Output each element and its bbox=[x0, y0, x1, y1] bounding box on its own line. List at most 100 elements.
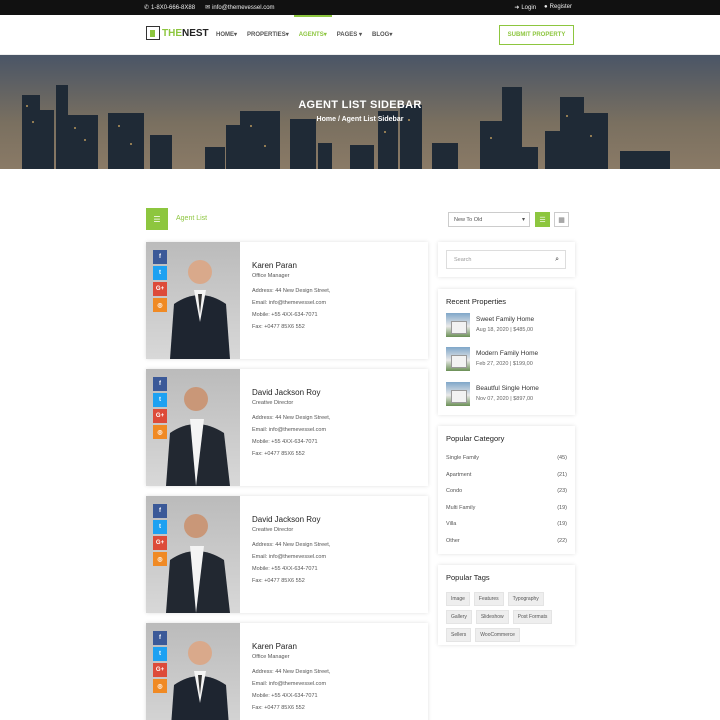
tag-sellers[interactable]: Sellers bbox=[446, 628, 472, 642]
agent-fax: Fax: +0477 85X6 552 bbox=[252, 705, 305, 711]
category-item[interactable]: Other (22) bbox=[446, 538, 567, 544]
tag-typography[interactable]: Typography bbox=[507, 592, 544, 606]
agent-photo[interactable]: f t G+ ◎ bbox=[146, 369, 240, 486]
dribbble-icon[interactable]: ◎ bbox=[153, 298, 167, 312]
property-thumbnail[interactable] bbox=[446, 347, 470, 371]
property-name[interactable]: Sweet Family Home bbox=[476, 316, 534, 323]
tag-slideshow[interactable]: Slideshow bbox=[475, 610, 509, 624]
chevron-down-icon: ▾ bbox=[285, 32, 289, 38]
property-meta: Aug 18, 2020 | $485,00 bbox=[476, 327, 534, 333]
agent-mobile: Mobile: +55 4XX-634-7071 bbox=[252, 693, 318, 699]
agent-name[interactable]: Karen Paran bbox=[252, 642, 330, 651]
property-name[interactable]: Modern Family Home bbox=[476, 350, 538, 357]
property-meta: Nov 07, 2020 | $897,00 bbox=[476, 396, 534, 402]
tag-features[interactable]: Features bbox=[473, 592, 504, 606]
agent-name[interactable]: David Jackson Roy bbox=[252, 515, 330, 524]
submit-property-button[interactable]: SUBMIT PROPERTY bbox=[499, 25, 574, 45]
popular-category-widget: Popular Category Single Family (45) Apart… bbox=[438, 426, 575, 554]
category-item[interactable]: Condo (23) bbox=[446, 488, 567, 494]
nav-pages[interactable]: PAGES ▾ bbox=[337, 31, 362, 38]
category-item[interactable]: Multi Family (19) bbox=[446, 505, 567, 511]
agent-photo[interactable]: f t G+ ◎ bbox=[146, 496, 240, 613]
building-icon bbox=[146, 26, 160, 40]
dribbble-icon[interactable]: ◎ bbox=[153, 552, 167, 566]
register-link[interactable]: ● Register bbox=[544, 4, 572, 11]
agent-fax: Fax: +0477 85X6 552 bbox=[252, 451, 305, 457]
twitter-icon[interactable]: t bbox=[153, 266, 167, 280]
google-plus-icon[interactable]: G+ bbox=[153, 536, 167, 550]
agent-mobile: Mobile: +55 4XX-634-7071 bbox=[252, 439, 318, 445]
widget-title: Popular Category bbox=[446, 434, 505, 443]
recent-property-item[interactable]: Sweet Family Home Aug 18, 2020 | $485,00 bbox=[446, 313, 571, 337]
facebook-icon[interactable]: f bbox=[153, 504, 167, 518]
grid-view-icon: ▦ bbox=[558, 216, 565, 224]
search-widget: Search ⌕ bbox=[438, 242, 575, 277]
email-contact[interactable]: ✉ info@themevessel.com bbox=[205, 4, 274, 11]
list-view-icon: ☰ bbox=[539, 216, 546, 224]
category-item[interactable]: Villa (19) bbox=[446, 521, 567, 527]
google-plus-icon[interactable]: G+ bbox=[153, 409, 167, 423]
agent-info: David Jackson Roy Creative Director Addr… bbox=[252, 515, 330, 590]
google-plus-icon[interactable]: G+ bbox=[153, 663, 167, 677]
category-item[interactable]: Apartment (21) bbox=[446, 472, 567, 478]
property-thumbnail[interactable] bbox=[446, 313, 470, 337]
nav-home[interactable]: HOME▾ bbox=[216, 31, 237, 38]
agent-photo[interactable]: f t G+ ◎ bbox=[146, 623, 240, 720]
agent-fax: Fax: +0477 85X6 552 bbox=[252, 324, 305, 330]
social-links: f t G+ ◎ bbox=[153, 631, 167, 693]
grid-view-button[interactable]: ▦ bbox=[554, 212, 569, 227]
agent-email: Email: info@themevessel.com bbox=[252, 300, 327, 306]
twitter-icon[interactable]: t bbox=[153, 520, 167, 534]
tag-woocommerce[interactable]: WooCommerce bbox=[475, 628, 520, 642]
nav-agents[interactable]: AGENTS▾ bbox=[293, 15, 332, 38]
user-icon: ● bbox=[544, 4, 548, 10]
agent-address: Address: 44 New Design Street, bbox=[252, 542, 331, 548]
twitter-icon[interactable]: t bbox=[153, 647, 167, 661]
breadcrumb-separator: / bbox=[337, 116, 340, 123]
breadcrumb-home[interactable]: Home bbox=[317, 116, 336, 123]
category-item[interactable]: Single Family (45) bbox=[446, 455, 567, 461]
tag-gallery[interactable]: Gallery bbox=[446, 610, 472, 624]
property-thumbnail[interactable] bbox=[446, 382, 470, 406]
sort-dropdown[interactable]: New To Old bbox=[448, 212, 530, 227]
recent-property-item[interactable]: Modern Family Home Feb 27, 2020 | $199,0… bbox=[446, 347, 571, 371]
tag-image[interactable]: Image bbox=[446, 592, 470, 606]
top-bar: ✆ 1-8X0-666-8X88 ✉ info@themevessel.com ➜ L… bbox=[0, 0, 720, 15]
login-link[interactable]: ➜ Login bbox=[514, 4, 536, 11]
nav-blog[interactable]: BLOG▾ bbox=[372, 31, 392, 38]
chevron-down-icon: ▾ bbox=[358, 32, 362, 38]
dribbble-icon[interactable]: ◎ bbox=[153, 425, 167, 439]
tag-post-formats[interactable]: Post Formats bbox=[512, 610, 553, 624]
listing-label: Agent List bbox=[176, 215, 208, 222]
phone-contact[interactable]: ✆ 1-8X0-666-8X88 bbox=[144, 4, 195, 11]
search-input[interactable]: Search ⌕ bbox=[446, 250, 566, 269]
agent-name[interactable]: Karen Paran bbox=[252, 261, 330, 270]
agent-address: Address: 44 New Design Street, bbox=[252, 415, 331, 421]
twitter-icon[interactable]: t bbox=[153, 393, 167, 407]
main-menu: HOME▾ PROPERTIES▾ AGENTS▾ PAGES ▾ BLOG▾ bbox=[216, 15, 392, 38]
facebook-icon[interactable]: f bbox=[153, 250, 167, 264]
facebook-icon[interactable]: f bbox=[153, 377, 167, 391]
google-plus-icon[interactable]: G+ bbox=[153, 282, 167, 296]
agent-role: Creative Director bbox=[252, 400, 294, 406]
list-view-button[interactable]: ☰ bbox=[535, 212, 550, 227]
nav-properties[interactable]: PROPERTIES▾ bbox=[247, 31, 289, 38]
facebook-icon[interactable]: f bbox=[153, 631, 167, 645]
phone-icon: ✆ bbox=[144, 5, 150, 11]
agent-name[interactable]: David Jackson Roy bbox=[252, 388, 330, 397]
dribbble-icon[interactable]: ◎ bbox=[153, 679, 167, 693]
recent-properties-widget: Recent Properties Sweet Family Home Aug … bbox=[438, 289, 575, 415]
chevron-down-icon: ▾ bbox=[389, 32, 393, 38]
site-logo[interactable]: THE NEST bbox=[146, 26, 209, 40]
social-links: f t G+ ◎ bbox=[153, 250, 167, 312]
property-name[interactable]: Beautful Single Home bbox=[476, 385, 539, 392]
agent-photo[interactable]: f t G+ ◎ bbox=[146, 242, 240, 359]
search-icon[interactable]: ⌕ bbox=[555, 256, 559, 264]
list-icon: ☰ bbox=[146, 208, 168, 230]
recent-property-item[interactable]: Beautful Single Home Nov 07, 2020 | $897… bbox=[446, 382, 571, 406]
widget-title: Recent Properties bbox=[446, 297, 507, 306]
tag-cloud: Image Features Typography Gallery Slides… bbox=[446, 592, 571, 642]
page-banner: AGENT LIST SIDEBAR Home / Agent List Sid… bbox=[0, 55, 720, 169]
popular-tags-widget: Popular Tags Image Features Typography G… bbox=[438, 565, 575, 645]
agent-role: Office Manager bbox=[252, 273, 290, 279]
